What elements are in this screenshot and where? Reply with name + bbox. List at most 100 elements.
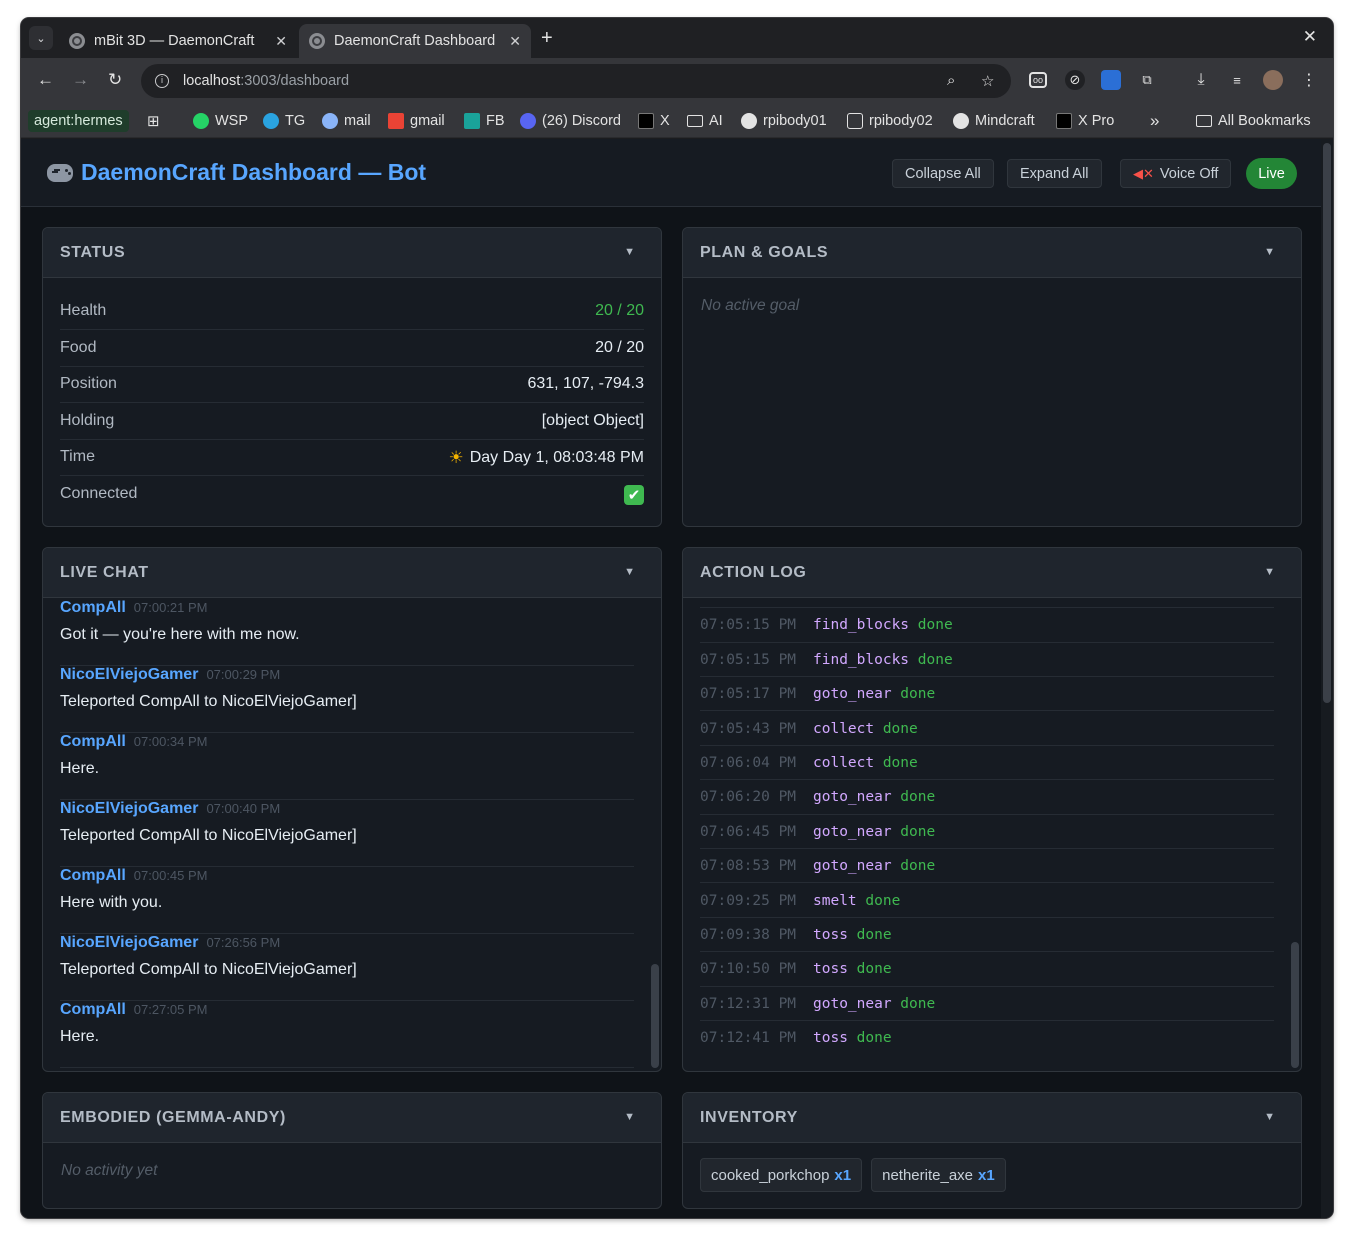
bookmark-x[interactable]: X — [638, 111, 670, 131]
status-key: Health — [60, 302, 107, 319]
log-row: 07:06:04 PM collect done — [700, 746, 1274, 781]
close-tab-icon[interactable]: ✕ — [275, 33, 287, 50]
collapse-caret-icon[interactable]: ▼ — [1264, 246, 1275, 258]
log-row: 07:12:31 PM goto_near done — [700, 987, 1274, 1022]
page-title: DaemonCraft Dashboard — Bot — [47, 159, 426, 186]
tab-title: DaemonCraft Dashboard — [334, 33, 496, 49]
extension-icon[interactable]: oo — [1029, 72, 1047, 88]
plan-goals-panel-header[interactable]: PLAN & GOALS ▼ — [683, 228, 1301, 278]
fb-icon — [464, 113, 480, 129]
inventory-panel-header[interactable]: INVENTORY ▼ — [683, 1093, 1301, 1143]
bookmark-tg[interactable]: TG — [263, 111, 305, 131]
item-name: netherite_axe — [882, 1166, 974, 1184]
chat-author: CompAll 07:27:05 PM — [60, 1001, 208, 1019]
log-row: 07:08:53 PM goto_near done — [700, 849, 1274, 884]
chat-text: Teleported CompAll to NicoElViejoGamer] — [60, 693, 357, 710]
back-icon[interactable]: ← — [37, 70, 54, 90]
tab-search-button[interactable]: ⌄ — [29, 26, 53, 50]
action-log-panel-header[interactable]: ACTION LOG ▼ — [683, 548, 1301, 598]
bookmark-wsp[interactable]: WSP — [193, 111, 248, 131]
log-row: 07:06:45 PM goto_near done — [700, 815, 1274, 850]
log-time: 07:09:38 PM — [700, 926, 797, 943]
page-scrollbar[interactable] — [1321, 139, 1333, 1218]
all-bookmarks-button[interactable]: All Bookmarks — [1196, 111, 1311, 131]
collapse-caret-icon[interactable]: ▼ — [1264, 566, 1275, 578]
voice-toggle-button[interactable]: ◀✕ Voice Off — [1120, 159, 1232, 188]
bookmark-star-icon[interactable]: ☆ — [981, 72, 994, 90]
puzzle-icon[interactable]: ⧉ — [1137, 70, 1157, 90]
live-chat-panel-header[interactable]: LIVE CHAT ▼ — [43, 548, 661, 598]
menu-icon[interactable]: ⋮ — [1299, 70, 1319, 90]
status-key: Position — [60, 375, 117, 392]
log-action: toss — [813, 1030, 848, 1047]
tab-dashboard[interactable]: DaemonCraft Dashboard ✕ — [299, 24, 531, 58]
bookmark-rpibody01[interactable]: rpibody01 — [741, 111, 827, 131]
bookmark-gmail[interactable]: gmail — [388, 111, 445, 131]
action-log-list[interactable]: 07:05:15 PM find_blocks done 07:05:15 PM fin… — [683, 598, 1301, 1071]
log-time: 07:06:20 PM — [700, 789, 797, 806]
reload-icon[interactable]: ↻ — [108, 70, 122, 90]
forward-icon[interactable]: → — [72, 70, 89, 90]
item-name: cooked_porkchop — [711, 1166, 830, 1184]
bookmark-x-pro[interactable]: X Pro — [1056, 111, 1114, 131]
window-close-button[interactable]: ✕ — [1303, 27, 1317, 47]
address-bar[interactable]: i localhost:3003/dashboard ⌕ ☆ — [141, 64, 1011, 98]
bookmark-agent-hermes[interactable]: agent:hermes — [28, 110, 129, 132]
bookmark-discord[interactable]: (26) Discord — [520, 111, 621, 131]
telegram-icon — [263, 113, 279, 129]
collapse-caret-icon[interactable]: ▼ — [1264, 1111, 1275, 1123]
log-row: 07:05:15 PM find_blocks done — [700, 608, 1274, 643]
collapse-all-button[interactable]: Collapse All — [892, 159, 994, 188]
chat-scroll-thumb[interactable] — [651, 964, 659, 1068]
collapse-caret-icon[interactable]: ▼ — [624, 246, 635, 258]
chat-message: NicoElViejoGamer 07:00:29 PM Teleported C… — [60, 666, 634, 733]
log-row: 07:05:17 PM goto_near done — [700, 677, 1274, 712]
page-scroll-thumb[interactable] — [1323, 143, 1331, 703]
extension-icon[interactable]: ⊘ — [1065, 70, 1085, 90]
gmail-icon — [388, 113, 404, 129]
author-name: NicoElViejoGamer — [60, 800, 199, 817]
log-time: 07:06:04 PM — [700, 754, 797, 771]
speaker-muted-icon: ◀✕ — [1133, 165, 1154, 181]
close-tab-icon[interactable]: ✕ — [509, 33, 521, 50]
embodied-panel-header[interactable]: EMBODIED (GEMMA-ANDY) ▼ — [43, 1093, 661, 1143]
status-row-holding: Holding [object Object] — [60, 404, 644, 440]
more-bookmarks-button[interactable]: » — [1150, 111, 1159, 131]
bookmark-mail[interactable]: mail — [322, 111, 371, 131]
browser-window: ⌄ mBit 3D — DaemonCraft ✕ DaemonCraft Da… — [21, 18, 1333, 1218]
expand-all-button[interactable]: Expand All — [1007, 159, 1102, 188]
bookmark-folder-ai[interactable]: AI — [687, 111, 723, 131]
mail-icon — [322, 113, 338, 129]
status-panel-header[interactable]: STATUS ▼ — [43, 228, 661, 278]
collapse-caret-icon[interactable]: ▼ — [624, 566, 635, 578]
zoom-icon[interactable]: ⌕ — [947, 72, 955, 89]
link-icon — [847, 113, 863, 129]
status-row-time: Time ☀ Day Day 1, 08:03:48 PM — [60, 440, 644, 476]
chat-author: CompAll 07:00:45 PM — [60, 867, 208, 885]
download-icon[interactable]: ⤓ — [1191, 70, 1211, 90]
folder-icon — [687, 115, 703, 127]
health-value: 20 / 20 — [595, 302, 644, 319]
chat-message: CompAll 07:00:34 PM Here. — [60, 733, 634, 800]
new-tab-button[interactable]: + — [541, 27, 553, 50]
globe-icon — [741, 113, 757, 129]
status-key: Holding — [60, 411, 115, 429]
apps-grid-icon[interactable]: ⊞ — [147, 111, 160, 131]
collapse-caret-icon[interactable]: ▼ — [624, 1111, 635, 1123]
chat-messages[interactable]: CompAll 07:00:21 PM Got it — you're here … — [43, 598, 661, 1071]
log-status: done — [865, 892, 901, 909]
time-value: ☀ Day Day 1, 08:03:48 PM — [448, 448, 644, 468]
media-control-icon[interactable]: ≡ — [1227, 70, 1247, 90]
bookmark-rpibody02[interactable]: rpibody02 — [847, 111, 933, 131]
avatar[interactable] — [1263, 70, 1283, 90]
item-count: x1 — [978, 1166, 995, 1184]
extension-icon[interactable] — [1101, 70, 1121, 90]
bookmark-mindcraft[interactable]: Mindcraft — [953, 111, 1035, 131]
bookmark-fb[interactable]: FB — [464, 111, 505, 131]
tab-mbit-3d[interactable]: mBit 3D — DaemonCraft ✕ — [59, 24, 297, 58]
panel-title: INVENTORY — [700, 1109, 798, 1126]
site-info-icon[interactable]: i — [155, 74, 169, 88]
log-action: toss — [813, 926, 848, 943]
status-panel: STATUS ▼ Health 20 / 20 Food 20 / 20 Pos… — [42, 227, 662, 527]
log-scroll-thumb[interactable] — [1291, 942, 1299, 1068]
